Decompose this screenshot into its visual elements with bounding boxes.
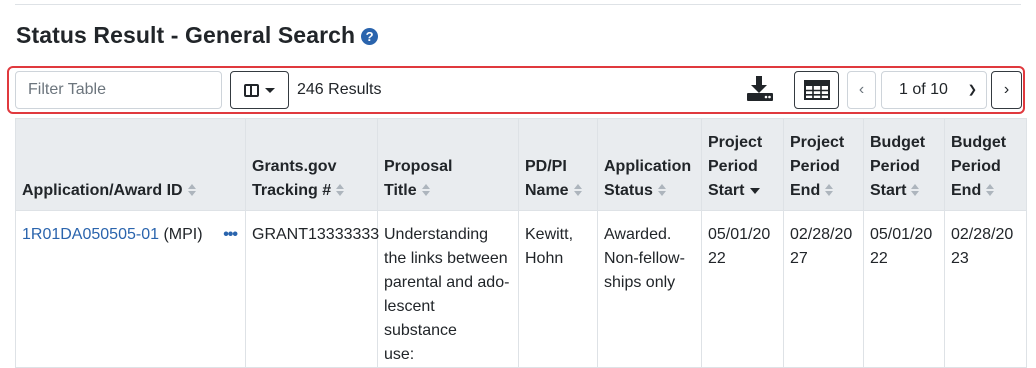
cell-pi-name: Kewitt, Hohn — [518, 210, 598, 368]
columns-icon — [244, 83, 259, 97]
filter-table-input[interactable] — [15, 71, 222, 109]
sort-icon — [657, 184, 667, 196]
next-page-button[interactable]: › — [991, 71, 1022, 109]
table-header-row: Application/Award ID Grants.gov Tracking … — [15, 118, 1027, 211]
header-grants-gov-tracking[interactable]: Grants.gov Tracking # — [245, 118, 378, 211]
cell-project-end: 02/28/20 27 — [783, 210, 864, 368]
sort-icon — [573, 184, 583, 196]
sort-icon — [911, 184, 920, 196]
header-project-period-start[interactable]: Project Period Start — [701, 118, 784, 211]
sort-icon — [187, 184, 197, 196]
table-grid-icon — [803, 80, 830, 100]
more-actions-icon[interactable]: ••• — [223, 223, 238, 247]
help-question-icon[interactable]: ? — [361, 28, 379, 45]
sort-descending-icon — [750, 188, 761, 194]
previous-page-button[interactable]: ‹ — [847, 71, 876, 109]
table-view-button[interactable] — [794, 71, 839, 109]
page-select[interactable]: 1 of 10 ❯ — [881, 71, 987, 109]
cell-tracking-number: GRANT13333333 — [245, 210, 379, 368]
sort-icon — [336, 184, 345, 196]
sort-icon — [421, 184, 431, 196]
cell-application-id: ••• 1R01DA050505-01 (MPI) — [15, 210, 246, 368]
header-pd-pi-name[interactable]: PD/PI Name — [518, 118, 598, 211]
sort-icon — [825, 184, 834, 196]
header-application-status[interactable]: Application Status — [597, 118, 702, 211]
results-table: Application/Award ID Grants.gov Tracking … — [15, 118, 1027, 368]
header-proposal-title[interactable]: Proposal Title — [377, 118, 519, 211]
header-application-award-id[interactable]: Application/Award ID — [15, 118, 246, 211]
application-id-link[interactable]: 1R01DA050505-01 — [22, 226, 159, 243]
caret-down-icon — [265, 87, 275, 93]
top-divider — [15, 4, 1021, 5]
download-button[interactable] — [744, 74, 776, 104]
page-title: Status Result - General Search? — [16, 22, 379, 49]
header-budget-period-start[interactable]: Budget Period Start — [863, 118, 945, 211]
cell-proposal-title: Understanding the links between parental a… — [377, 210, 519, 368]
results-count: 246 Results — [297, 81, 382, 98]
download-icon — [747, 76, 773, 101]
mpi-label: (MPI) — [159, 226, 203, 243]
header-project-period-end[interactable]: Project Period End — [783, 118, 864, 211]
header-budget-period-end[interactable]: Budget Period End — [944, 118, 1027, 211]
page-select-value: 1 of 10 — [899, 81, 948, 98]
table-row: ••• 1R01DA050505-01 (MPI) GRANT13333333 … — [15, 210, 1027, 368]
cell-budget-end: 02/28/20 23 — [944, 210, 1027, 368]
cell-project-start: 05/01/20 22 — [701, 210, 784, 368]
cell-application-status: Awarded. Non-fellow-ships only — [597, 210, 702, 368]
sort-icon — [986, 184, 995, 196]
cell-budget-start: 05/01/20 22 — [863, 210, 945, 368]
column-toggle-button[interactable] — [230, 71, 289, 109]
chevron-down-icon: ❯ — [967, 84, 977, 96]
